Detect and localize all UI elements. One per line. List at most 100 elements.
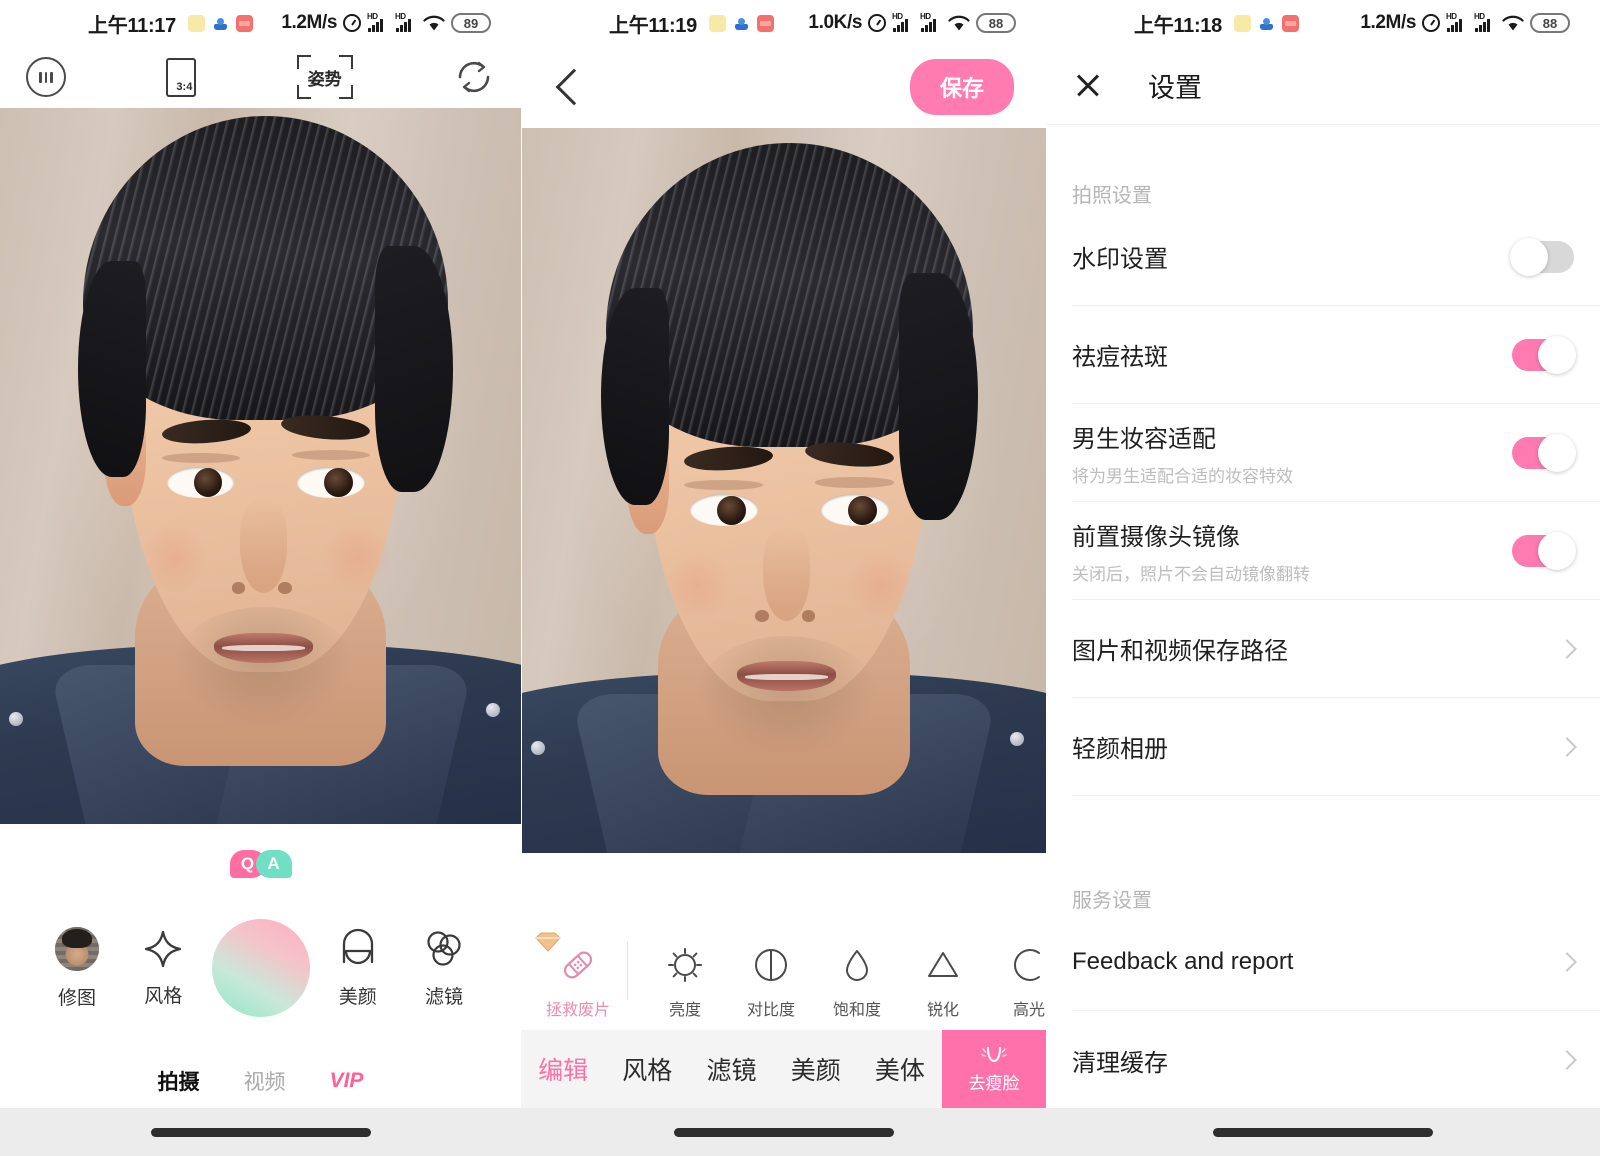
shutter-button[interactable] [211, 919, 311, 1017]
panel-camera: 上午11:17 1.2M/s HD HD 89 3:4 姿势 Q A 修图 风格… [0, 0, 521, 1156]
qa-badge-icon[interactable]: Q A [229, 850, 292, 880]
home-indicator[interactable] [150, 1127, 371, 1137]
network-speed: 1.0K/s [808, 12, 862, 33]
slim-face-button[interactable]: 去瘦脸 [942, 1030, 1046, 1108]
chevron-right-icon [1557, 736, 1577, 757]
status-bar-left: 上午11:18 [1134, 9, 1299, 38]
status-bar-settings: 上午11:18 1.2M/s HD HD 88 [1046, 0, 1600, 46]
pose-button[interactable]: 姿势 [296, 55, 353, 99]
editor-top-bar: 保存 [521, 46, 1046, 128]
adjust-tool-brightness[interactable]: 亮度 [642, 945, 728, 1020]
tab-photo[interactable]: 拍摄 [158, 1066, 200, 1096]
adjust-tool-contrast[interactable]: 对比度 [728, 945, 814, 1020]
battery-indicator: 89 [451, 13, 491, 33]
male-makeup-toggle[interactable] [1512, 433, 1576, 472]
setting-row-feedback[interactable]: Feedback and report [1072, 913, 1600, 1011]
sharpen-triangle-icon [923, 945, 963, 985]
slim-face-icon [979, 1045, 1009, 1065]
network-speed: 1.2M/s [1360, 12, 1416, 33]
signal-icon-2: HD [920, 12, 942, 33]
setting-row-male-makeup[interactable]: 男生妆容适配 将为男生适配合适的妆容特效 [1072, 404, 1600, 502]
camera-preview-photo [0, 102, 521, 824]
adjust-tool-label: 对比度 [746, 1001, 795, 1019]
setting-title: 清理缓存 [1072, 1049, 1168, 1077]
camera-tool-beauty[interactable]: 美颜 [319, 928, 397, 1009]
more-dots-icon[interactable] [26, 57, 66, 97]
tab-video[interactable]: 视频 [244, 1066, 286, 1096]
setting-row-clear-cache[interactable]: 清理缓存 [1072, 1011, 1600, 1109]
home-indicator[interactable] [673, 1127, 894, 1137]
app-icon-yellow [1233, 14, 1251, 32]
setting-title: 祛痘祛斑 [1072, 344, 1168, 371]
editor-tab-bar: 编辑 风格 滤镜 美颜 美体 去瘦脸 [521, 1030, 1046, 1108]
sparkle-icon [143, 929, 183, 969]
watermark-toggle[interactable] [1510, 237, 1574, 276]
setting-row-acne-removal[interactable]: 祛痘祛斑 [1072, 306, 1600, 404]
setting-subtitle: 关闭后，照片不会自动镜像翻转 [1072, 564, 1310, 584]
status-time: 上午11:18 [1134, 14, 1222, 37]
close-x-icon[interactable] [1074, 71, 1102, 99]
vip-gem-icon [533, 931, 563, 953]
network-speed: 1.2M/s [281, 12, 337, 33]
signal-icon-1: HD [1446, 12, 1468, 33]
bandage-icon [558, 945, 598, 985]
status-bar-camera: 上午11:17 1.2M/s HD HD 89 [0, 0, 521, 46]
setting-row-front-camera-mirror[interactable]: 前置摄像头镜像 关闭后，照片不会自动镜像翻转 [1072, 502, 1600, 600]
setting-row-watermark[interactable]: 水印设置 [1072, 208, 1600, 306]
adjust-tool-highlight[interactable]: 高光 [986, 945, 1046, 1020]
camera-tool-filter[interactable]: 滤镜 [405, 928, 483, 1009]
saturation-drop-icon [837, 945, 877, 985]
alarm-icon [868, 14, 886, 32]
tab-edit[interactable]: 编辑 [521, 1051, 605, 1087]
settings-group-label-photo: 拍照设置 [1072, 185, 1152, 207]
setting-row-album[interactable]: 轻颜相册 [1072, 698, 1600, 796]
battery-indicator: 88 [976, 13, 1016, 33]
setting-subtitle: 将为男生适配合适的妆容特效 [1072, 466, 1293, 486]
adjust-tool-label: 亮度 [668, 1001, 701, 1019]
editor-preview-photo[interactable] [522, 128, 1046, 853]
tab-filter[interactable]: 滤镜 [689, 1051, 773, 1087]
setting-row-save-path[interactable]: 图片和视频保存路径 [1072, 600, 1600, 698]
adjust-tool-rescue[interactable]: 拯救废片 [535, 932, 621, 1020]
back-chevron-icon[interactable] [553, 68, 593, 106]
adjust-tool-saturation[interactable]: 饱和度 [814, 945, 900, 1020]
front-camera-mirror-toggle[interactable] [1512, 531, 1576, 570]
camera-tool-style[interactable]: 风格 [124, 929, 202, 1008]
acne-removal-toggle[interactable] [1512, 335, 1576, 374]
signal-icon-2: HD [1474, 12, 1496, 33]
beauty-face-icon [337, 928, 379, 970]
adjust-tool-label: 拯救废片 [545, 1001, 610, 1019]
adjust-tool-label: 锐化 [926, 1001, 959, 1019]
battery-indicator: 88 [1530, 13, 1570, 33]
app-icon-red [756, 14, 774, 32]
tab-vip[interactable]: VIP [330, 1069, 364, 1093]
adjust-tool-label: 饱和度 [832, 1001, 881, 1019]
tab-beauty[interactable]: 美颜 [774, 1051, 858, 1087]
setting-title: Feedback and report [1072, 947, 1294, 975]
home-indicator-bar-2 [521, 1108, 1046, 1156]
camera-flip-icon[interactable] [453, 56, 495, 98]
qa-bubble-a: A [255, 850, 292, 878]
camera-tool-label: 修图 [57, 987, 96, 1009]
camera-tool-label: 滤镜 [424, 986, 463, 1008]
setting-title: 前置摄像头镜像 [1072, 523, 1240, 551]
status-bar-right: 1.0K/s HD HD 88 [808, 12, 1016, 34]
save-button[interactable]: 保存 [909, 59, 1014, 115]
camera-tool-row: 修图 风格 美颜 滤镜 [0, 902, 521, 1034]
home-indicator[interactable] [1213, 1127, 1433, 1137]
pose-frame-corners [296, 85, 353, 99]
aspect-ratio-button[interactable]: 3:4 [166, 57, 197, 97]
camera-tool-retouch[interactable]: 修图 [38, 926, 116, 1010]
camera-tool-label: 风格 [144, 985, 183, 1007]
adjust-tool-sharpen[interactable]: 锐化 [900, 945, 986, 1020]
adjust-tool-label: 高光 [1012, 1001, 1045, 1019]
page-title: 设置 [1148, 72, 1202, 103]
tab-style[interactable]: 风格 [605, 1051, 689, 1087]
panel-editor: 上午11:19 1.0K/s HD HD 88 保存 拯救废片 亮度 对比度 饱… [521, 0, 1046, 1156]
highlight-arc-icon [1009, 945, 1046, 985]
setting-title: 轻颜相册 [1072, 736, 1168, 763]
app-icon-yellow [187, 14, 205, 32]
status-bar-right: 1.2M/s HD HD 89 [281, 12, 491, 34]
tab-body[interactable]: 美体 [858, 1051, 942, 1087]
camera-tool-label: 美颜 [338, 986, 377, 1008]
